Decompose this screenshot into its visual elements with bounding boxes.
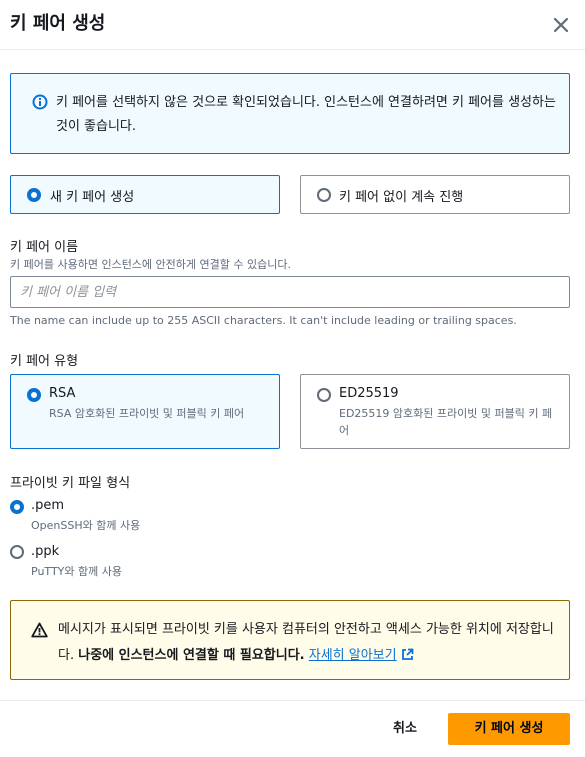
radio-ed25519[interactable] [317,388,331,402]
ed25519-description: ED25519 암호화된 프라이빗 및 퍼블릭 키 페어 [339,407,553,437]
radio-ppk[interactable] [10,545,24,559]
warning-emphasis: 나중에 인스턴스에 연결할 때 필요합니다. [78,648,305,663]
radio-rsa[interactable] [27,388,41,402]
key-name-constraint: The name can include up to 255 ASCII cha… [10,314,517,327]
pem-description: OpenSSH와 함께 사용 [31,519,141,532]
key-name-label: 키 페어 이름 [10,240,79,255]
radio-proceed-without-key[interactable] [317,188,331,202]
key-type-ed25519-option[interactable]: ED25519 ED25519 암호화된 프라이빗 및 퍼블릭 키 페어 [300,374,570,449]
key-type-rsa-option[interactable]: RSA RSA 암호화된 프라이빗 및 퍼블릭 키 페어 [10,374,280,449]
file-format-label: 프라이빗 키 파일 형식 [10,476,131,491]
proceed-without-key-label: 키 페어 없이 계속 진행 [339,190,464,205]
key-name-description: 키 페어를 사용하면 인스턴스에 안전하게 연결할 수 있습니다. [10,258,291,271]
rsa-label: RSA [49,386,76,401]
key-name-input[interactable] [10,276,570,308]
key-type-label: 키 페어 유형 [10,354,79,369]
info-text: 키 페어를 선택하지 않은 것으로 확인되었습니다. 인스턴스에 연결하려면 키… [56,95,556,134]
ed25519-label: ED25519 [339,386,399,401]
info-icon [32,94,48,110]
warning-alert: 메시지가 표시되면 프라이빗 키를 사용자 컴퓨터의 안전하고 액세스 가능한 … [10,600,570,680]
radio-pem[interactable] [10,500,24,514]
create-key-pair-button[interactable]: 키 페어 생성 [448,713,570,745]
learn-more-link[interactable]: 자세히 알아보기 [309,648,397,663]
create-key-pair-label: 새 키 페어 생성 [50,190,135,205]
close-icon [553,17,569,33]
footer-divider [0,700,585,701]
ppk-description: PuTTY와 함께 사용 [31,565,122,578]
warning-text: 메시지가 표시되면 프라이빗 키를 사용자 컴퓨터의 안전하고 액세스 가능한 … [58,617,563,669]
create-key-pair-option[interactable]: 새 키 페어 생성 [10,175,280,214]
rsa-description: RSA 암호화된 프라이빗 및 퍼블릭 키 페어 [49,407,245,420]
modal-header: 키 페어 생성 [0,0,585,50]
warning-icon [31,622,48,638]
info-alert: 키 페어를 선택하지 않은 것으로 확인되었습니다. 인스턴스에 연결하려면 키… [10,73,570,154]
external-link-icon[interactable] [401,648,414,661]
ppk-label[interactable]: .ppk [31,544,59,559]
pem-label[interactable]: .pem [31,498,64,513]
proceed-without-key-option[interactable]: 키 페어 없이 계속 진행 [300,175,570,214]
cancel-button[interactable]: 취소 [380,714,430,744]
modal-title: 키 페어 생성 [10,13,106,34]
close-button[interactable] [550,14,572,36]
radio-create-key-pair[interactable] [27,188,41,202]
